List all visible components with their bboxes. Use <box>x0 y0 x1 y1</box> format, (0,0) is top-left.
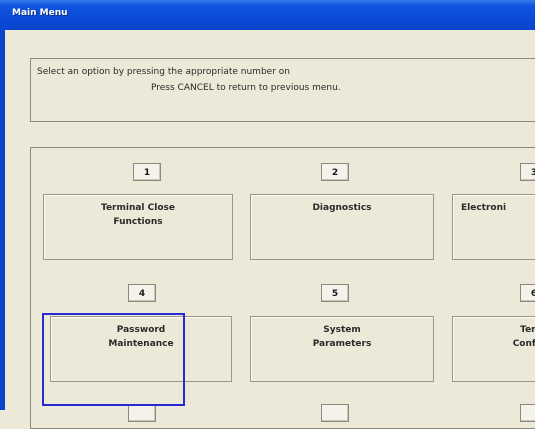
main-menu-window: Main Menu Select an option by pressing t… <box>0 0 535 429</box>
option-2-button[interactable]: 2 <box>321 163 349 181</box>
option-5-panel[interactable]: System Parameters <box>250 316 434 382</box>
instruction-panel: Select an option by pressing the appropr… <box>30 58 535 122</box>
option-1-panel[interactable]: Terminal Close Functions <box>43 194 233 260</box>
option-4-button[interactable]: 4 <box>128 284 156 302</box>
option-3-button[interactable]: 3 <box>520 163 535 181</box>
option-5-button[interactable]: 5 <box>321 284 349 302</box>
instruction-line-1: Select an option by pressing the appropr… <box>37 67 290 77</box>
option-6-panel[interactable]: Term Config <box>452 316 535 382</box>
option-3-label: Electroni <box>461 203 507 213</box>
instruction-line-2: Press CANCEL to return to previous menu. <box>151 83 341 93</box>
option-1-button[interactable]: 1 <box>133 163 161 181</box>
window-title: Main Menu <box>12 8 68 18</box>
option-8-button[interactable] <box>321 404 349 422</box>
title-bar[interactable]: Main Menu <box>0 0 535 30</box>
option-1-label: Terminal Close Functions <box>101 203 175 227</box>
option-6-label: Term Config <box>512 325 535 349</box>
window-border <box>0 30 5 410</box>
option-2-panel[interactable]: Diagnostics <box>250 194 434 260</box>
option-5-label: System Parameters <box>312 325 372 349</box>
selection-highlight <box>42 313 185 406</box>
option-2-label: Diagnostics <box>312 203 372 213</box>
option-9-button[interactable] <box>520 404 535 422</box>
option-6-button[interactable]: 6 <box>520 284 535 302</box>
option-7-button[interactable] <box>128 404 156 422</box>
option-3-panel[interactable]: Electroni <box>452 194 535 260</box>
